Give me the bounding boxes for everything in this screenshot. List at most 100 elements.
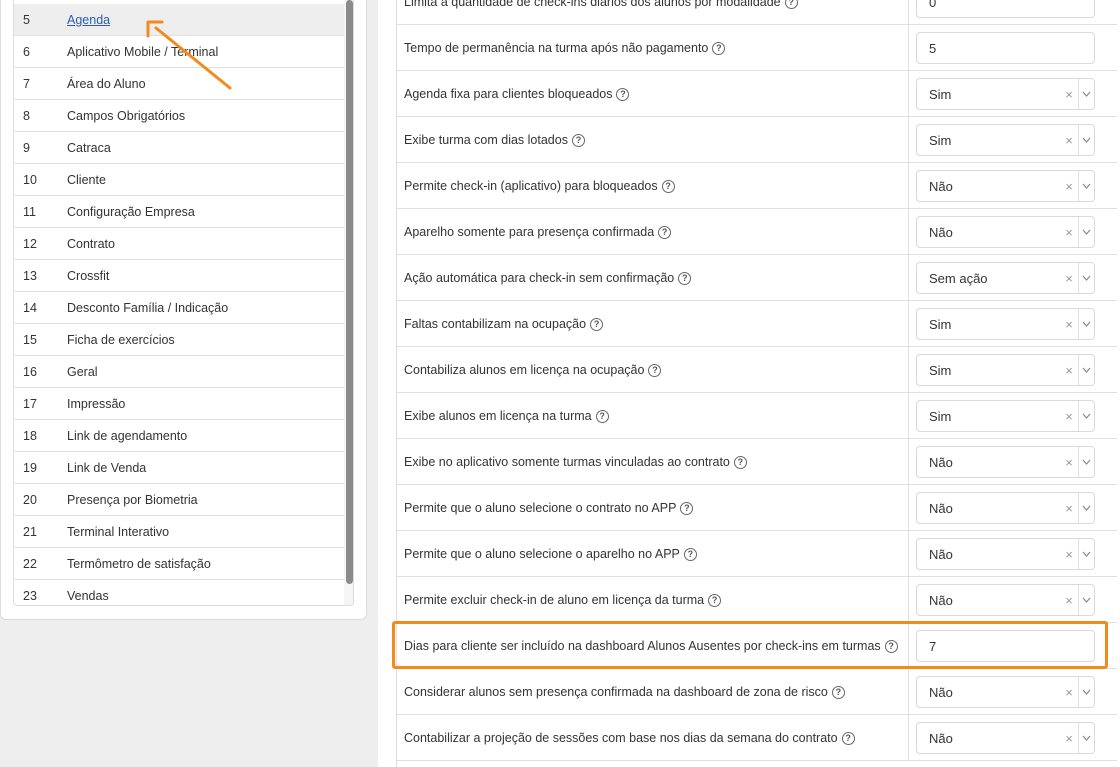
help-icon[interactable]: ? bbox=[884, 639, 898, 653]
clear-icon[interactable]: × bbox=[1060, 87, 1078, 102]
setting-select[interactable]: Sem ação × bbox=[916, 262, 1095, 294]
setting-select[interactable]: Sim × bbox=[916, 124, 1095, 156]
sidebar-item[interactable]: 20 Presença por Biometria bbox=[14, 484, 344, 516]
sidebar-scrollbar-thumb[interactable] bbox=[346, 0, 353, 584]
clear-icon[interactable]: × bbox=[1060, 409, 1078, 424]
sidebar-item[interactable]: 23 Vendas bbox=[14, 580, 344, 605]
chevron-down-icon[interactable] bbox=[1078, 263, 1094, 293]
help-icon[interactable]: ? bbox=[831, 685, 845, 699]
setting-select[interactable]: Não × bbox=[916, 538, 1095, 570]
sidebar-item[interactable]: 16 Geral bbox=[14, 356, 344, 388]
chevron-down-icon[interactable] bbox=[1078, 171, 1094, 201]
help-icon[interactable]: ? bbox=[708, 593, 722, 607]
chevron-down-icon[interactable] bbox=[1078, 585, 1094, 615]
setting-input[interactable]: 5 bbox=[916, 32, 1095, 64]
sidebar-item-number: 9 bbox=[23, 140, 30, 155]
help-icon[interactable]: ? bbox=[661, 179, 675, 193]
sidebar-item[interactable]: 9 Catraca bbox=[14, 132, 344, 164]
help-icon[interactable]: ? bbox=[571, 133, 585, 147]
setting-select[interactable]: Não × bbox=[916, 584, 1095, 616]
setting-input[interactable]: 0 bbox=[916, 0, 1095, 18]
help-icon[interactable]: ? bbox=[733, 455, 747, 469]
setting-select[interactable]: Não × bbox=[916, 492, 1095, 524]
chevron-down-icon[interactable] bbox=[1078, 493, 1094, 523]
sidebar-item[interactable]: 5 Agenda bbox=[14, 4, 344, 36]
clear-icon[interactable]: × bbox=[1060, 133, 1078, 148]
clear-icon[interactable]: × bbox=[1060, 455, 1078, 470]
setting-label: Tempo de permanência na turma após não p… bbox=[404, 25, 726, 71]
clear-icon[interactable]: × bbox=[1060, 685, 1078, 700]
clear-icon[interactable]: × bbox=[1060, 547, 1078, 562]
setting-label: Dias para cliente ser incluído na dashbo… bbox=[404, 623, 898, 669]
chevron-down-icon[interactable] bbox=[1078, 539, 1094, 569]
setting-select[interactable]: Não × bbox=[916, 722, 1095, 754]
help-icon[interactable]: ? bbox=[648, 363, 662, 377]
clear-icon[interactable]: × bbox=[1060, 593, 1078, 608]
clear-icon[interactable]: × bbox=[1060, 271, 1078, 286]
sidebar-item[interactable]: 21 Terminal Interativo bbox=[14, 516, 344, 548]
chevron-down-icon[interactable] bbox=[1078, 79, 1094, 109]
clear-icon[interactable]: × bbox=[1060, 317, 1078, 332]
sidebar-item[interactable]: 22 Termômetro de satisfação bbox=[14, 548, 344, 580]
clear-icon[interactable]: × bbox=[1060, 501, 1078, 516]
help-icon[interactable]: ? bbox=[616, 87, 630, 101]
help-icon[interactable]: ? bbox=[590, 317, 604, 331]
sidebar-item-label[interactable]: Agenda bbox=[67, 13, 110, 27]
sidebar-scrollbar[interactable] bbox=[344, 0, 353, 605]
setting-label: Limita a quantidade de check-ins diários… bbox=[404, 0, 798, 25]
setting-select[interactable]: Não × bbox=[916, 446, 1095, 478]
setting-row: Dias para cliente ser incluído na dashbo… bbox=[397, 623, 1117, 669]
sidebar-item[interactable]: 12 Contrato bbox=[14, 228, 344, 260]
help-icon[interactable]: ? bbox=[683, 547, 697, 561]
sidebar-item[interactable]: 7 Área do Aluno bbox=[14, 68, 344, 100]
column-divider bbox=[908, 439, 909, 485]
help-icon[interactable]: ? bbox=[841, 731, 855, 745]
help-icon[interactable]: ? bbox=[680, 501, 694, 515]
setting-select[interactable]: Sim × bbox=[916, 400, 1095, 432]
setting-input[interactable]: 7 bbox=[916, 630, 1095, 662]
help-icon[interactable]: ? bbox=[678, 271, 692, 285]
chevron-down-icon[interactable] bbox=[1078, 355, 1094, 385]
clear-icon[interactable]: × bbox=[1060, 225, 1078, 240]
column-divider bbox=[908, 531, 909, 577]
chevron-down-icon[interactable] bbox=[1078, 217, 1094, 247]
clear-icon[interactable]: × bbox=[1060, 363, 1078, 378]
sidebar-item[interactable]: 15 Ficha de exercícios bbox=[14, 324, 344, 356]
column-divider bbox=[908, 669, 909, 715]
sidebar-item[interactable]: 14 Desconto Família / Indicação bbox=[14, 292, 344, 324]
setting-select[interactable]: Sim × bbox=[916, 308, 1095, 340]
chevron-down-icon[interactable] bbox=[1078, 309, 1094, 339]
setting-select[interactable]: Não × bbox=[916, 216, 1095, 248]
clear-icon[interactable]: × bbox=[1060, 731, 1078, 746]
sidebar-item-label: Contrato bbox=[67, 236, 115, 251]
help-icon[interactable]: ? bbox=[712, 41, 726, 55]
help-icon[interactable]: ? bbox=[784, 0, 798, 9]
chevron-down-icon[interactable] bbox=[1078, 677, 1094, 707]
help-icon[interactable]: ? bbox=[658, 225, 672, 239]
sidebar-item[interactable]: 6 Aplicativo Mobile / Terminal bbox=[14, 36, 344, 68]
help-icon[interactable]: ? bbox=[595, 409, 609, 423]
clear-icon[interactable]: × bbox=[1060, 179, 1078, 194]
setting-value: Não bbox=[929, 500, 953, 516]
chevron-down-icon[interactable] bbox=[1078, 447, 1094, 477]
chevron-down-icon[interactable] bbox=[1078, 125, 1094, 155]
sidebar-item-number: 8 bbox=[23, 108, 30, 123]
setting-select[interactable]: Sim × bbox=[916, 78, 1095, 110]
setting-select[interactable]: Sim × bbox=[916, 354, 1095, 386]
sidebar-item[interactable]: 18 Link de agendamento bbox=[14, 420, 344, 452]
setting-select[interactable]: Não × bbox=[916, 170, 1095, 202]
sidebar-item[interactable]: 11 Configuração Empresa bbox=[14, 196, 344, 228]
sidebar-item[interactable]: 10 Cliente bbox=[14, 164, 344, 196]
sidebar-item[interactable]: 19 Link de Venda bbox=[14, 452, 344, 484]
sidebar-item[interactable]: 8 Campos Obrigatórios bbox=[14, 100, 344, 132]
setting-label: Contabilizar a projeção de sessões com b… bbox=[404, 715, 855, 761]
sidebar-item[interactable]: 13 Crossfit bbox=[14, 260, 344, 292]
sidebar-item-label: Impressão bbox=[67, 396, 126, 411]
chevron-down-icon[interactable] bbox=[1078, 401, 1094, 431]
sidebar-item[interactable]: 17 Impressão bbox=[14, 388, 344, 420]
setting-label: Permite que o aluno selecione o aparelho… bbox=[404, 531, 697, 577]
column-divider bbox=[908, 209, 909, 255]
setting-select[interactable]: Não × bbox=[916, 676, 1095, 708]
setting-row: Exibe turma com dias lotados? Sim × bbox=[397, 117, 1117, 163]
chevron-down-icon[interactable] bbox=[1078, 723, 1094, 753]
